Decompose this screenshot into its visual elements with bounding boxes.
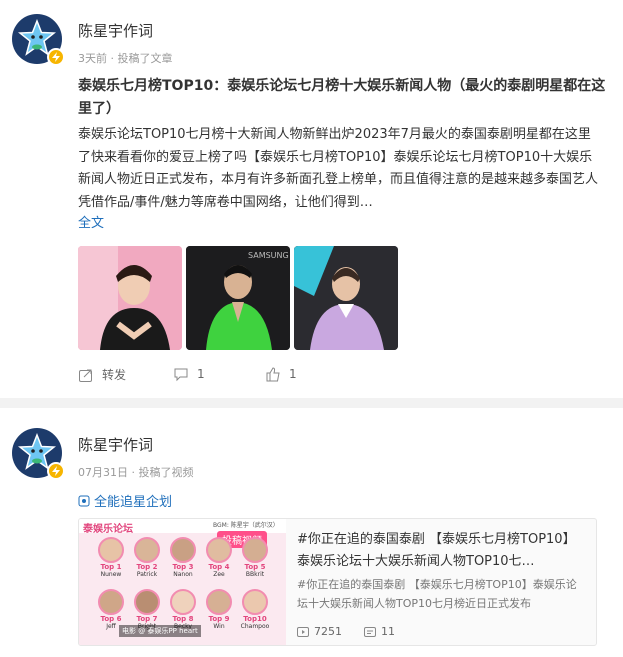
- top-item: Top 9 Win: [203, 589, 235, 630]
- verified-badge-icon: [47, 48, 65, 66]
- thumb-bgm: BGM: 陈星宇（武尔汉）: [213, 522, 279, 529]
- danmaku-icon: [364, 626, 376, 637]
- feed-divider: [0, 398, 623, 408]
- thumb-header-title: 泰娱乐论坛: [83, 524, 133, 535]
- thumbs-up-icon: [266, 367, 280, 382]
- like-count: 1: [289, 367, 297, 381]
- topic-tag[interactable]: 全能追星企划: [78, 491, 172, 510]
- author-avatar[interactable]: [12, 428, 65, 480]
- top-item: Top 5 BBkrit: [239, 537, 271, 578]
- topic-tag-icon: [78, 495, 90, 506]
- top-item: Top 1 Nunew: [95, 537, 127, 578]
- person-photo-icon: SAMSUNG: [186, 246, 290, 350]
- top-item: Top 2 Patrick: [131, 537, 163, 578]
- post-card-article: 陈星宇作词 3天前 · 投稿了文章 泰娱乐七月榜TOP10：泰娱乐论坛七月榜十大…: [0, 0, 623, 398]
- comment-icon: [174, 368, 188, 382]
- article-title[interactable]: 泰娱乐七月榜TOP10：泰娱乐论坛七月榜十大娱乐新闻人物（最火的泰剧明星都在这里…: [78, 75, 613, 121]
- video-title[interactable]: #你正在追的泰国泰剧 【泰娱乐七月榜TOP10】泰娱乐论坛十大娱乐新闻人物TOP…: [297, 529, 587, 573]
- top-item: Top 8 Becky: [167, 589, 199, 630]
- top-item: Top 3 Nanon: [167, 537, 199, 578]
- top-item: Top 6 Jeff: [95, 589, 127, 630]
- repost-button[interactable]: 转发: [78, 366, 126, 383]
- danmaku-count-stat: 11: [364, 625, 395, 638]
- comment-count: 1: [197, 367, 205, 381]
- person-photo-icon: [78, 246, 182, 350]
- post-actions-bar: 转发 1 1: [78, 366, 598, 384]
- article-image-2[interactable]: SAMSUNG: [186, 246, 290, 350]
- repost-label: 转发: [102, 368, 127, 382]
- article-image-3[interactable]: [294, 246, 398, 350]
- author-avatar[interactable]: [12, 14, 65, 66]
- topic-tag-label: 全能追星企划: [94, 495, 173, 510]
- top-item: Top 7 Bright: [131, 589, 163, 630]
- samsung-backdrop-text: SAMSUNG: [248, 251, 289, 260]
- post-meta: 07月31日 · 投稿了视频: [78, 466, 194, 479]
- article-image-1[interactable]: [78, 246, 182, 350]
- repost-icon: [79, 369, 92, 382]
- play-count-stat: 7251: [297, 625, 342, 638]
- top-item: Top 4 Zee: [203, 537, 235, 578]
- danmaku-count: 11: [381, 625, 395, 638]
- like-button[interactable]: 1: [265, 366, 297, 382]
- verified-badge-icon: [47, 462, 65, 480]
- video-description: #你正在追的泰国泰剧 【泰娱乐七月榜TOP10】泰娱乐论坛十大娱乐新闻人物TOP…: [297, 578, 577, 610]
- video-card[interactable]: 泰娱乐论坛 BGM: 陈星宇（武尔汉） 投稿视频 Top 1 Nunew Top …: [78, 518, 597, 646]
- play-icon: [297, 626, 309, 637]
- author-name[interactable]: 陈星宇作词: [78, 20, 153, 41]
- thumb-watermark: 电影 @ 泰娱乐PP heart: [119, 625, 201, 637]
- article-summary: 泰娱乐论坛TOP10七月榜十大新闻人物新鲜出炉2023年7月最火的泰国泰剧明星都…: [78, 127, 599, 210]
- play-count: 7251: [314, 625, 342, 638]
- post-meta: 3天前 · 投稿了文章: [78, 52, 173, 65]
- top-item: Top10 Champoo: [239, 589, 271, 630]
- person-photo-icon: [294, 246, 398, 350]
- read-more-link[interactable]: 全文: [78, 212, 104, 231]
- comment-button[interactable]: 1: [173, 366, 205, 382]
- author-name[interactable]: 陈星宇作词: [78, 434, 153, 455]
- video-thumbnail[interactable]: 泰娱乐论坛 BGM: 陈星宇（武尔汉） 投稿视频 Top 1 Nunew Top …: [79, 519, 286, 645]
- video-stats: 7251 11: [297, 625, 395, 638]
